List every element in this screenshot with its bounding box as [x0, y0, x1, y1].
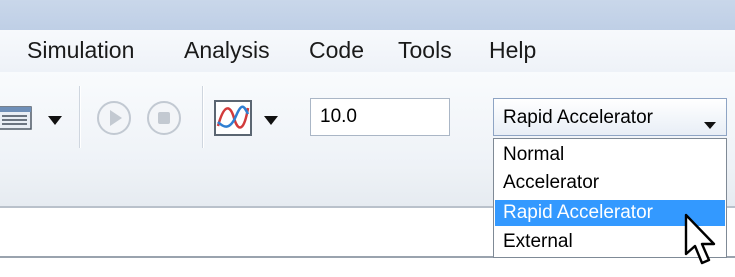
mouse-pointer-icon: [682, 212, 726, 277]
stop-icon[interactable]: [146, 100, 182, 141]
triangle-down-icon: [704, 114, 716, 136]
menu-simulation[interactable]: Simulation: [27, 37, 134, 64]
window-title-bar: [0, 0, 735, 30]
menu-bar: Simulation Analysis Code Tools Help: [0, 30, 735, 73]
option-normal[interactable]: Normal: [495, 142, 725, 168]
option-accelerator[interactable]: Accelerator: [495, 170, 725, 196]
play-icon[interactable]: [96, 100, 132, 141]
menu-tools[interactable]: Tools: [398, 37, 452, 64]
simulation-mode-select[interactable]: Rapid Accelerator: [493, 98, 727, 136]
plot-dropdown-arrow-icon[interactable]: [264, 113, 278, 131]
menu-help[interactable]: Help: [489, 37, 536, 64]
toolbar-separator: [79, 86, 80, 148]
simulation-mode-selected: Rapid Accelerator: [503, 107, 653, 128]
menu-analysis[interactable]: Analysis: [184, 37, 270, 64]
library-browser-icon[interactable]: [0, 106, 34, 135]
toolbar-separator: [202, 86, 203, 148]
library-dropdown-arrow-icon[interactable]: [48, 113, 62, 131]
signal-plot-icon[interactable]: [214, 100, 252, 141]
menu-code[interactable]: Code: [309, 37, 364, 64]
stop-time-input[interactable]: [310, 98, 450, 136]
